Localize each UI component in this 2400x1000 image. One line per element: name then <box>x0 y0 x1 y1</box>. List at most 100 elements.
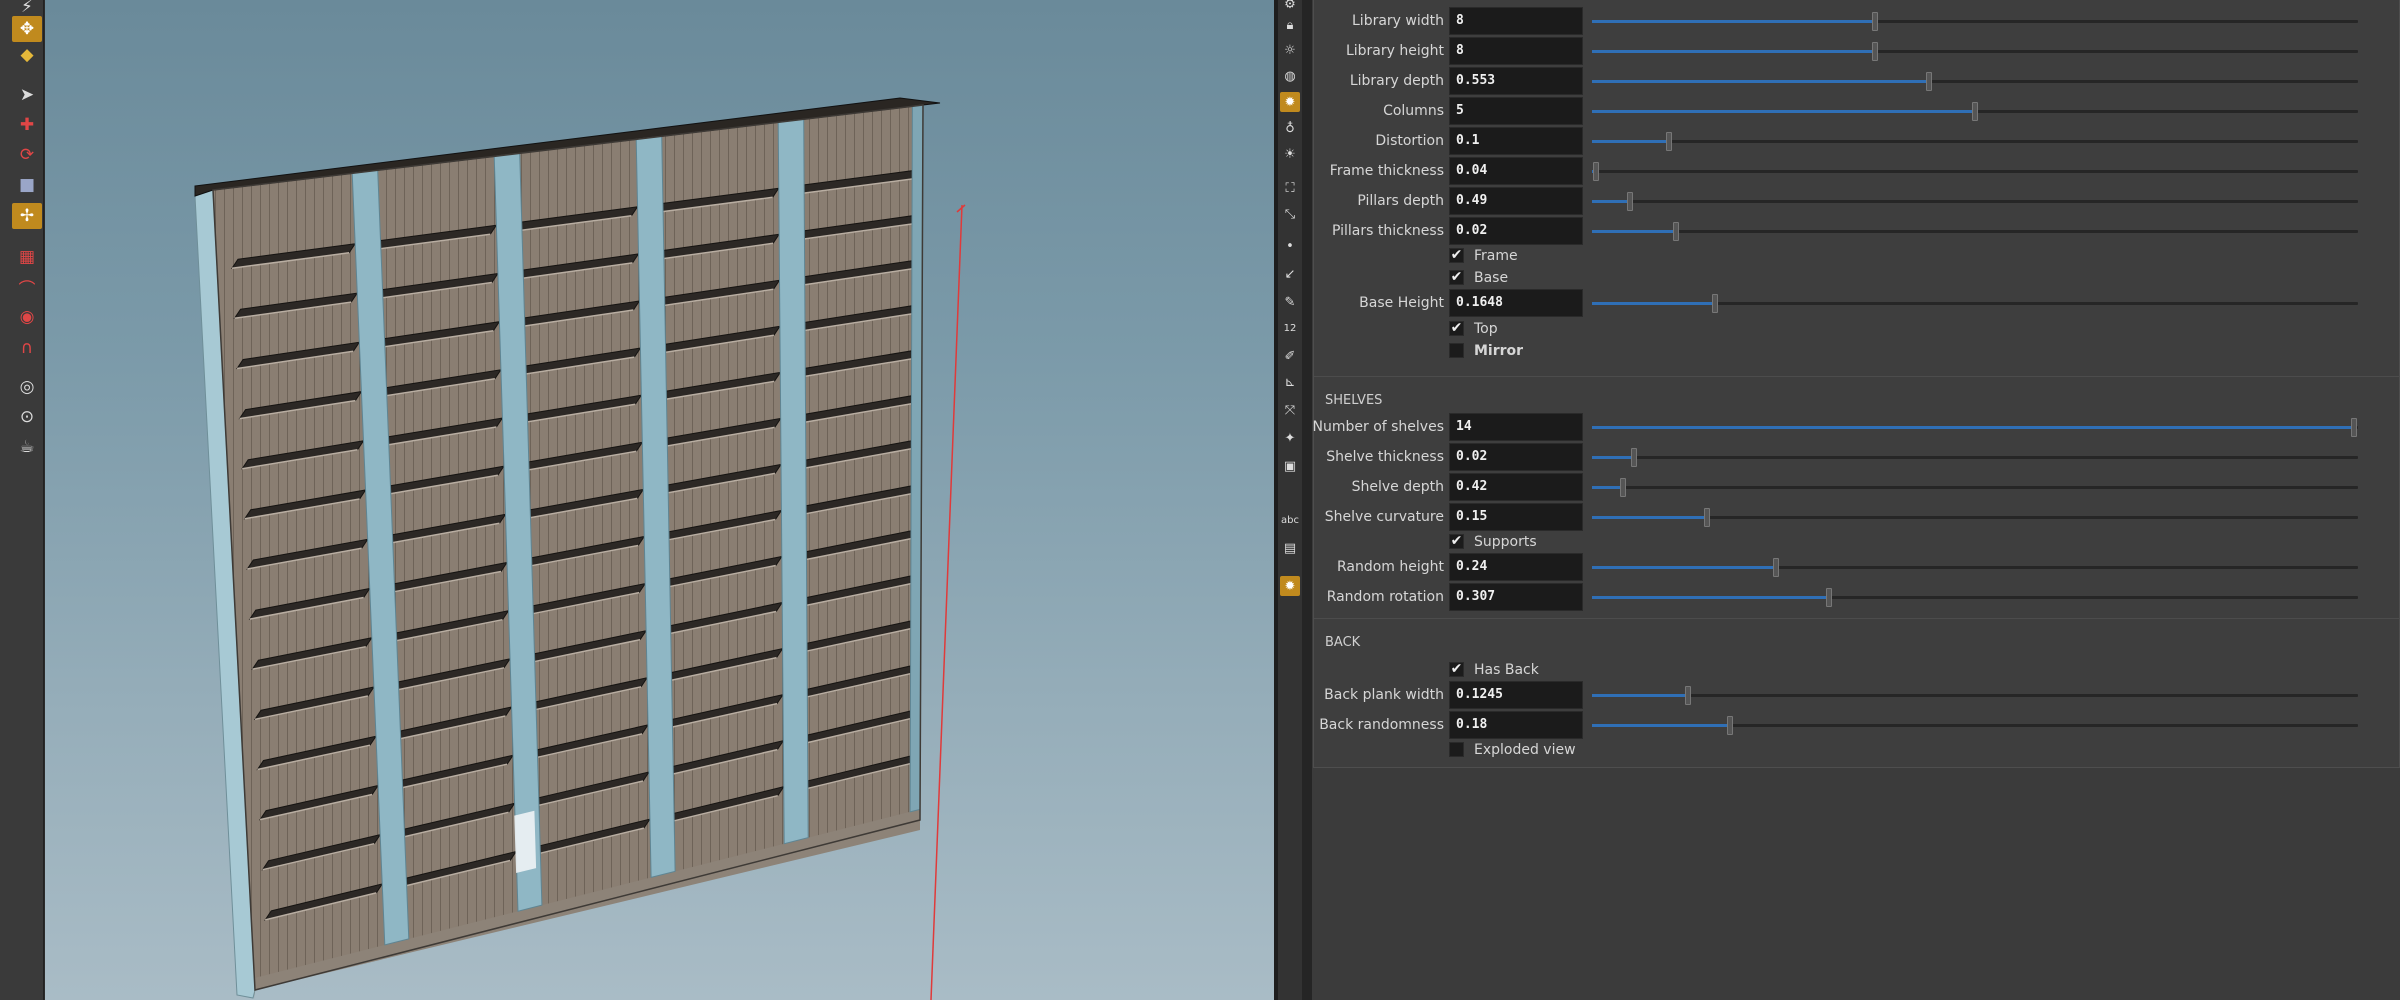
shelve-curvature-slider-handle[interactable] <box>1704 508 1710 527</box>
base-height-slider-handle[interactable] <box>1712 294 1718 313</box>
library-depth-slider-fill <box>1592 80 1929 83</box>
random-rotation-slider-handle[interactable] <box>1826 588 1832 607</box>
number-of-shelves-slider-handle[interactable] <box>2351 418 2357 437</box>
pillars-depth-slider-handle[interactable] <box>1627 192 1633 211</box>
render-icon[interactable]: ☕ <box>12 434 42 460</box>
base-checkbox[interactable]: ✔ <box>1449 270 1464 285</box>
random-height-row: Random height 0.24 <box>1314 553 2400 581</box>
select-arrow-icon[interactable]: ➤ <box>12 82 42 108</box>
number-of-shelves-field[interactable]: 14 <box>1449 413 1583 441</box>
shelf-tools: ⚙ 🔒︎ ☼ ◍ ✹ ♁ ☀ ⛶ ⤡ • ↙ ✎ 12 ✐ ⊾ ⤧ ✦ ▣ ab… <box>1278 0 1302 1000</box>
base-height-label: Base Height <box>1359 295 1444 311</box>
transform-icon[interactable]: ✚ <box>12 112 42 138</box>
library-width-slider[interactable] <box>1592 12 2358 31</box>
columns-slider[interactable] <box>1592 102 2358 121</box>
snap-grid-icon[interactable]: ▦ <box>12 244 42 270</box>
random-height-field[interactable]: 0.24 <box>1449 553 1583 581</box>
shelve-depth-slider[interactable] <box>1592 478 2358 497</box>
shelve-curvature-slider[interactable] <box>1592 508 2358 527</box>
has-back-label: Has Back <box>1474 662 1539 678</box>
shelve-depth-field[interactable]: 0.42 <box>1449 473 1583 501</box>
edge-icon[interactable]: ↙ <box>1280 264 1300 284</box>
section-separator <box>1314 376 2400 377</box>
random-rotation-slider[interactable] <box>1592 588 2358 607</box>
frame-thickness-slider[interactable] <box>1592 162 2358 181</box>
parameter-box: Library width 8 Library height 8 Library d… <box>1313 0 2400 768</box>
magnet-icon[interactable]: ∩ <box>12 335 42 361</box>
library-width-field[interactable]: 8 <box>1449 7 1583 35</box>
number-of-shelves-slider[interactable] <box>1592 418 2358 437</box>
back-plank-width-field[interactable]: 0.1245 <box>1449 681 1583 709</box>
back-plank-width-slider[interactable] <box>1592 686 2358 705</box>
pillars-depth-slider-fill <box>1592 200 1630 203</box>
base-height-slider[interactable] <box>1592 294 2358 313</box>
library-height-slider[interactable] <box>1592 42 2358 61</box>
scale-icon[interactable]: ■ <box>12 172 42 198</box>
pillars-depth-field[interactable]: 0.49 <box>1449 187 1583 215</box>
back-randomness-slider[interactable] <box>1592 716 2358 735</box>
pillars-thickness-slider[interactable] <box>1592 222 2358 241</box>
pillars-thickness-slider-handle[interactable] <box>1673 222 1679 241</box>
rotate-icon[interactable]: ⟳ <box>12 142 42 168</box>
pose-icon[interactable]: ◆ <box>12 42 42 68</box>
pillars-thickness-field[interactable]: 0.02 <box>1449 217 1583 245</box>
pivot-icon[interactable]: ✢ <box>12 203 42 229</box>
shelve-thickness-field[interactable]: 0.02 <box>1449 443 1583 471</box>
snap-curve-icon[interactable]: ⌒ <box>12 274 42 300</box>
shelves-section-title: SHELVES <box>1325 393 1383 408</box>
distortion-label: Distortion <box>1375 133 1444 149</box>
back-section-title: BACK <box>1325 635 1361 650</box>
library-height-field[interactable]: 8 <box>1449 37 1583 65</box>
pillars-depth-slider[interactable] <box>1592 192 2358 211</box>
supports-checkbox[interactable]: ✔ <box>1449 534 1464 549</box>
base-height-slider-fill <box>1592 302 1715 305</box>
flipbook-icon[interactable]: ⊙ <box>12 404 42 430</box>
vector-icon[interactable]: ⤧ <box>1280 400 1300 420</box>
exploded-view-checkbox[interactable] <box>1449 742 1464 757</box>
pillars-depth-row: Pillars depth 0.49 <box>1314 187 2400 215</box>
frame-thickness-field[interactable]: 0.04 <box>1449 157 1583 185</box>
view-camera-icon[interactable]: ◎ <box>12 374 42 400</box>
library-height-slider-handle[interactable] <box>1872 42 1878 61</box>
paint-icon[interactable]: ✐ <box>1280 346 1300 366</box>
shelve-thickness-slider-fill <box>1592 456 1634 459</box>
snap-point-icon[interactable]: ◉ <box>12 304 42 330</box>
back-randomness-field[interactable]: 0.18 <box>1449 711 1583 739</box>
measure-icon[interactable]: ⊾ <box>1280 372 1300 392</box>
shelve-curvature-field[interactable]: 0.15 <box>1449 503 1583 531</box>
random-height-slider-handle[interactable] <box>1773 558 1779 577</box>
parameter-panel: Library width 8 Library height 8 Library d… <box>1312 0 2400 1000</box>
shelve-thickness-slider-handle[interactable] <box>1631 448 1637 467</box>
base-height-field[interactable]: 0.1648 <box>1449 289 1583 317</box>
number-icon[interactable]: 12 <box>1280 318 1300 338</box>
library-width-slider-handle[interactable] <box>1872 12 1878 31</box>
scene-viewport[interactable] <box>45 0 1274 1000</box>
random-height-slider[interactable] <box>1592 558 2358 577</box>
columns-field[interactable]: 5 <box>1449 97 1583 125</box>
exploded-view-label: Exploded view <box>1474 742 1576 758</box>
shelve-thickness-slider[interactable] <box>1592 448 2358 467</box>
number-label: 12 <box>1283 322 1297 334</box>
has-back-checkbox[interactable]: ✔ <box>1449 662 1464 677</box>
library-depth-slider-handle[interactable] <box>1926 72 1932 91</box>
random-rotation-field[interactable]: 0.307 <box>1449 583 1583 611</box>
library-depth-field[interactable]: 0.553 <box>1449 67 1583 95</box>
distortion-field[interactable]: 0.1 <box>1449 127 1583 155</box>
library-depth-slider[interactable] <box>1592 72 2358 91</box>
back-randomness-slider-handle[interactable] <box>1727 716 1733 735</box>
settings-icon[interactable]: ⚙ <box>1280 0 1300 14</box>
point-icon[interactable]: • <box>1280 236 1300 256</box>
columns-slider-handle[interactable] <box>1972 102 1978 121</box>
handles-icon[interactable]: ✥ <box>12 16 42 42</box>
top-checkbox[interactable]: ✔ <box>1449 321 1464 336</box>
distortion-slider[interactable] <box>1592 132 2358 151</box>
mirror-checkbox[interactable] <box>1449 343 1464 358</box>
back-plank-width-slider-handle[interactable] <box>1685 686 1691 705</box>
library-height-label: Library height <box>1345 43 1444 59</box>
shelve-depth-slider-handle[interactable] <box>1620 478 1626 497</box>
frame-checkbox[interactable]: ✔ <box>1449 248 1464 263</box>
frame-thickness-slider-handle[interactable] <box>1593 162 1599 181</box>
display-icon[interactable]: ▤ <box>1280 538 1300 558</box>
base-height-row: Base Height 0.1648 <box>1314 289 2400 317</box>
distortion-slider-handle[interactable] <box>1666 132 1672 151</box>
